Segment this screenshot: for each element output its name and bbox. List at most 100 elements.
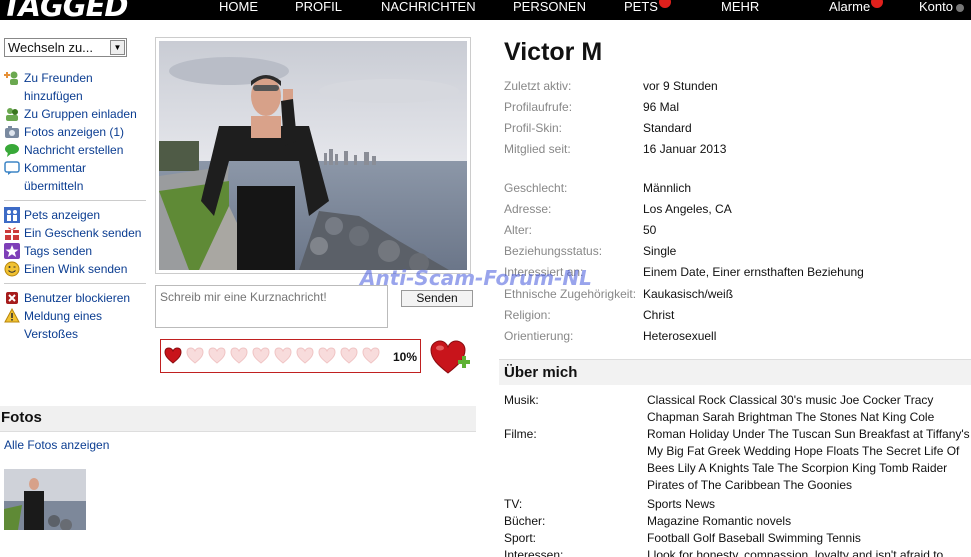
about-value: Roman Holiday Under The Tuscan Sun Break… (647, 427, 970, 492)
show-photos-link[interactable]: Fotos anzeigen (1) (4, 123, 146, 141)
report-violation-label: Meldung eines Verstoßes (24, 309, 103, 341)
nav-alarme[interactable]: Alarme (829, 0, 884, 20)
detail-row: Adresse: Los Angeles, CA (504, 202, 732, 216)
warning-icon (4, 308, 20, 324)
heart-empty-icon (296, 347, 314, 364)
block-user-link[interactable]: Benutzer blockieren (4, 289, 146, 307)
tagged-logo[interactable]: TAGGED (0, 0, 128, 21)
account-avatar-icon (955, 3, 964, 12)
about-label: TV: (504, 497, 523, 511)
show-pets-link[interactable]: Pets anzeigen (4, 206, 146, 224)
block-icon (4, 290, 20, 306)
invite-group-label: Zu Gruppen einladen (24, 107, 137, 121)
add-friend-link[interactable]: Zu Freunden hinzufügen (4, 69, 146, 105)
about-me-header: Über mich (499, 359, 971, 385)
report-violation-link[interactable]: Meldung eines Verstoßes (4, 307, 146, 343)
divider (4, 200, 146, 201)
divider (4, 283, 146, 284)
detail-row: Religion: Christ (504, 308, 674, 322)
detail-value: Los Angeles, CA (643, 202, 732, 216)
detail-label: Orientierung: (504, 329, 574, 343)
detail-value: Einem Date, Einer ernsthaften Beziehung (643, 265, 864, 279)
heart-empty-icon (230, 347, 248, 364)
detail-row: Orientierung: Heterosexuell (504, 329, 716, 343)
send-tags-link[interactable]: Tags senden (4, 242, 146, 260)
stat-row: Zuletzt aktiv: vor 9 Stunden (504, 79, 718, 93)
stat-row: Profil-Skin: Standard (504, 121, 692, 135)
detail-row: Geschlecht: Männlich (504, 181, 691, 195)
quick-message-input[interactable] (155, 285, 388, 328)
add-to-meet-me-heart-icon[interactable] (430, 340, 470, 376)
photo-thumbnail[interactable] (4, 469, 86, 530)
all-photos-link[interactable]: Alle Fotos anzeigen (4, 438, 109, 452)
send-gift-label: Ein Geschenk senden (24, 226, 142, 240)
detail-label: Religion: (504, 308, 551, 322)
heart-empty-icon (274, 347, 292, 364)
camera-icon (4, 124, 20, 140)
nav-konto[interactable]: Konto (919, 0, 964, 20)
invite-group-link[interactable]: Zu Gruppen einladen (4, 105, 146, 123)
send-gift-link[interactable]: Ein Geschenk senden (4, 224, 146, 242)
about-value: I look for honesty, compassion, loyalty … (647, 548, 944, 557)
send-tags-label: Tags senden (24, 244, 93, 258)
send-button[interactable]: Senden (401, 290, 473, 307)
detail-label: Adresse: (504, 202, 552, 216)
heart-empty-icon (362, 347, 380, 364)
heart-empty-icon (252, 347, 270, 364)
nav-alarme-label: Alarme (829, 0, 871, 14)
send-wink-link[interactable]: Einen Wink senden (4, 260, 146, 278)
about-value: Classical Rock Classical 30's music Joe … (647, 393, 935, 424)
nav-mehr[interactable]: MEHR (721, 0, 759, 20)
pets-icon (4, 207, 20, 223)
heart-filled-icon (164, 347, 182, 364)
stat-label: Profil-Skin: (504, 121, 563, 135)
switch-to-dropdown[interactable]: Wechseln zu... ▼ (4, 38, 127, 57)
dropdown-arrow-icon: ▼ (110, 40, 125, 55)
send-wink-label: Einen Wink senden (24, 262, 128, 276)
invite-group-icon (4, 106, 20, 122)
smiley-icon (4, 261, 20, 277)
stat-value: 16 Januar 2013 (643, 142, 727, 156)
show-photos-label: Fotos anzeigen (1) (24, 125, 125, 139)
stat-label: Zuletzt aktiv: (504, 79, 572, 93)
stat-row: Mitglied seit: 16 Januar 2013 (504, 142, 726, 156)
nav-home[interactable]: HOME (219, 0, 258, 20)
profile-photo[interactable] (159, 41, 467, 270)
speech-bubble-icon (4, 142, 20, 158)
stat-label: Mitglied seit: (504, 142, 571, 156)
submit-comment-label: Kommentar übermitteln (24, 161, 87, 193)
nav-pets[interactable]: PETS (624, 0, 671, 20)
about-value: Magazine Romantic novels (647, 514, 792, 528)
gift-icon (4, 225, 20, 241)
stat-value: 96 Mal (643, 100, 680, 114)
submit-comment-link[interactable]: Kommentar übermitteln (4, 159, 146, 195)
stat-row: Profilaufrufe: 96 Mal (504, 100, 679, 114)
about-row: Interessen: I look for honesty, compassio… (504, 547, 971, 557)
comment-icon (4, 160, 20, 176)
detail-value: Kaukasisch/weiß (643, 287, 734, 301)
create-message-label: Nachricht erstellen (24, 143, 124, 157)
heart-empty-icon (186, 347, 204, 364)
detail-value: 50 (643, 223, 657, 237)
about-label: Musik: (504, 393, 539, 407)
detail-label: Beziehungsstatus: (504, 244, 603, 258)
nav-profil[interactable]: PROFIL (295, 0, 342, 20)
about-label: Bücher: (504, 514, 546, 528)
detail-row: Interessiert an: Einem Date, Einer ernsth… (504, 265, 864, 279)
add-friend-label: Zu Freunden hinzufügen (24, 71, 93, 103)
heart-meter-percent: 10% (392, 350, 417, 364)
nav-konto-label: Konto (919, 0, 953, 14)
heart-empty-icon (208, 347, 226, 364)
about-value: Football Golf Baseball Swimming Tennis (647, 531, 861, 545)
create-message-link[interactable]: Nachricht erstellen (4, 141, 146, 159)
detail-label: Geschlecht: (504, 181, 568, 195)
nav-personen[interactable]: PERSONEN (513, 0, 586, 20)
about-value: Sports News (647, 497, 716, 511)
detail-row: Ethnische Zugehörigkeit: Kaukasisch/weiß (504, 287, 733, 301)
heart-meter[interactable]: 10% (160, 339, 421, 373)
heart-empty-icon (318, 347, 336, 364)
nav-nachrichten[interactable]: NACHRICHTEN (381, 0, 476, 20)
detail-row: Alter: 50 (504, 223, 656, 237)
fotos-section-header: Fotos (0, 406, 476, 432)
heart-empty-icon (340, 347, 358, 364)
